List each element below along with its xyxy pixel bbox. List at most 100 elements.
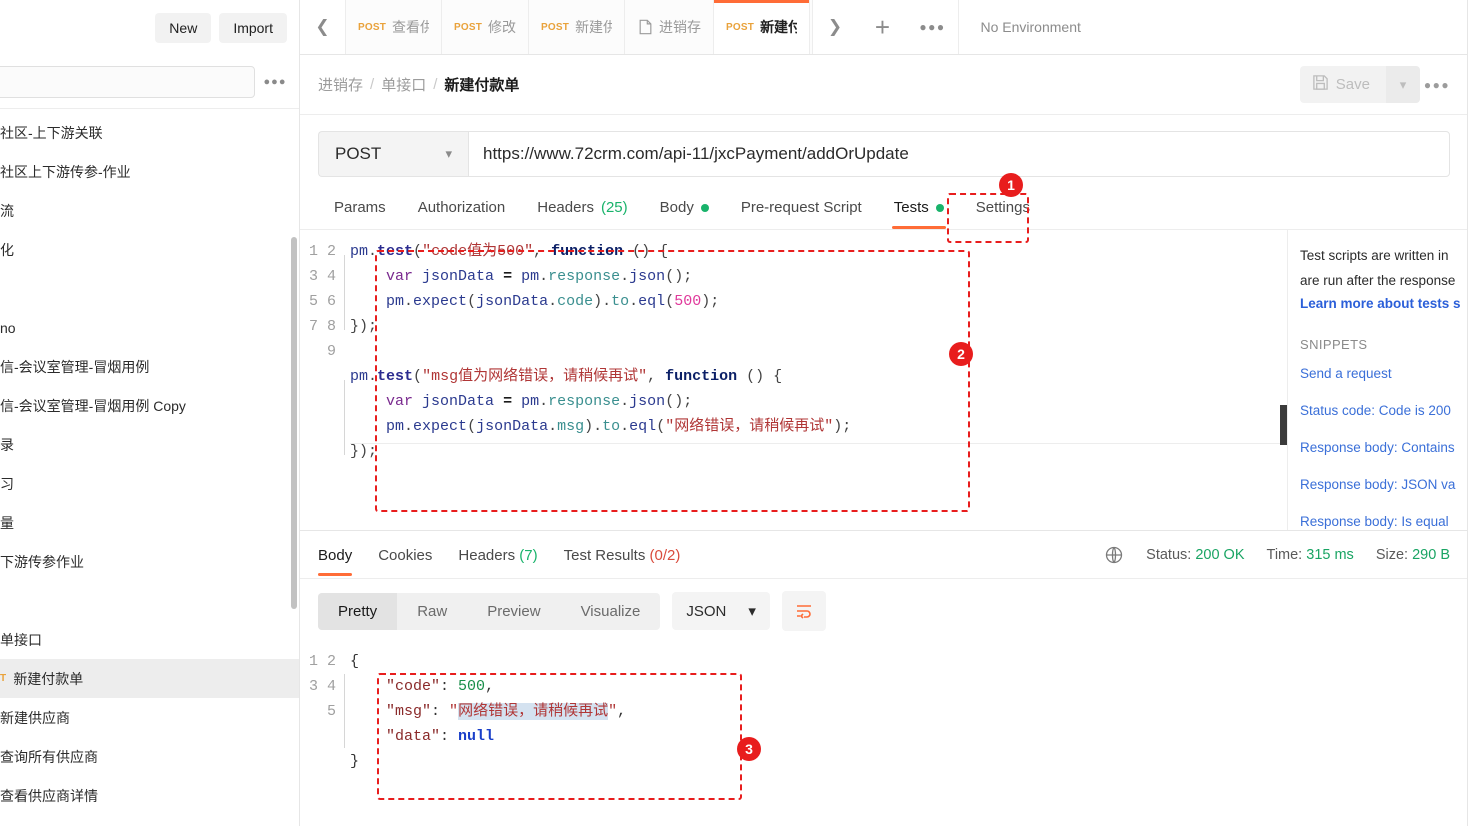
tab-label: Headers [537,199,594,216]
view-mode-preview[interactable]: Preview [467,593,560,630]
view-mode-raw[interactable]: Raw [397,593,467,630]
tab-count: (25) [600,199,628,216]
response-format-select[interactable]: JSON ▾ [672,592,770,630]
list-item[interactable]: 下游传参作业 [0,542,299,581]
response-panel: Body Cookies Headers (7) Test Results (0… [300,530,1468,826]
tab-test-results[interactable]: Test Results (0/2) [564,533,681,576]
list-item[interactable]: 修改 [0,815,299,826]
tab-pre-request-script[interactable]: Pre-request Script [725,191,878,229]
tab-item-active[interactable]: POST 新建付 [714,0,811,54]
tab-body[interactable]: Body [644,191,725,229]
view-mode-pretty[interactable]: Pretty [318,592,398,630]
request-more-icon[interactable]: ●●● [1420,78,1454,92]
tab-settings[interactable]: Settings [960,191,1046,229]
open-tabs: POST 查看供 POST 修改 POST 新建供 [346,0,812,54]
sidebar-item-label: 查询所有供应商 [0,748,98,765]
tab-item[interactable]: POST 新建供 [529,0,626,54]
list-item[interactable]: 化 [0,230,299,269]
tab-item[interactable]: POST 修改 [442,0,530,54]
tab-tests[interactable]: Tests [878,191,960,229]
tab-item-collection[interactable]: 进销存 [625,0,715,54]
time-label: Time: [1266,546,1303,563]
breadcrumb-separator: / [370,76,375,93]
chevron-down-icon[interactable]: ▾ [1386,66,1420,103]
sidebar-collection-list[interactable]: 社区-上下游关联 社区上下游传参-作业 流 化 no 信-会议室管理-冒烟用例 … [0,109,299,826]
snippet-item[interactable]: Status code: Code is 200 [1300,403,1468,418]
snippets-description-line1: Test scripts are written in [1300,248,1449,263]
snippets-heading: SNIPPETS [1300,337,1368,352]
method-selector[interactable]: POST ▾ [318,131,468,177]
sidebar-item-label: 化 [0,241,14,258]
url-input[interactable] [468,131,1450,177]
list-item[interactable]: 信-会议室管理-冒烟用例 [0,347,299,386]
status-dot-icon [700,203,709,212]
list-item[interactable]: 社区上下游传参-作业 [0,152,299,191]
list-item[interactable]: 录 [0,425,299,464]
tab-response-cookies[interactable]: Cookies [378,533,432,576]
import-button[interactable]: Import [219,12,287,43]
tab-label: Params [334,199,386,216]
sidebar-scrollbar[interactable] [291,237,297,609]
list-item[interactable]: 查询所有供应商 [0,737,299,776]
json-content[interactable]: { "code": 500, "msg": "网络错误，请稍候再试", "dat… [350,649,626,774]
list-item[interactable]: no [0,308,299,347]
editor-scrollbar[interactable] [1280,405,1287,445]
tab-response-body[interactable]: Body [318,533,353,576]
tab-authorization[interactable]: Authorization [402,191,522,229]
list-item[interactable]: 社区-上下游关联 [0,113,299,152]
list-item[interactable]: 习 [0,464,299,503]
tab-response-headers[interactable]: Headers (7) [458,533,537,576]
tab-count: (0/2) [649,547,681,564]
request-method-badge: T [0,673,7,684]
sidebar-item-selected-request[interactable]: T 新建付款单 [0,659,299,698]
environment-selector[interactable]: No Environment [957,0,1468,54]
view-mode-visualize[interactable]: Visualize [561,593,661,630]
tab-method: POST [726,21,755,33]
learn-more-link[interactable]: Learn more about tests s [1300,296,1468,311]
breadcrumb-part[interactable]: 进销存 [318,74,363,95]
tab-more-icon[interactable]: ●●● [908,20,958,34]
code-content[interactable]: pm.test("code值为500", function () { var j… [350,239,1287,464]
tab-headers[interactable]: Headers (25) [521,191,643,229]
plus-icon[interactable]: + [858,12,908,43]
request-config-tabs: Params Authorization Headers (25) Body P… [300,177,1468,230]
tab-item-folder[interactable]: 单接口 [810,0,812,54]
snippet-item[interactable]: Response body: JSON va [1300,477,1468,492]
response-body-json[interactable]: 1 2 3 4 5 { "code": 500, "msg": "网络错误，请稍… [300,641,1468,774]
save-button[interactable]: Save [1299,66,1386,103]
sidebar-search-row: ●●● [0,55,299,109]
breadcrumb-separator: / [433,76,438,93]
wrap-lines-icon[interactable] [781,591,826,631]
list-item[interactable]: 查看供应商详情 [0,776,299,815]
breadcrumb-part[interactable]: 单接口 [381,74,426,95]
list-item[interactable]: 新建供应商 [0,698,299,737]
chevron-left-icon[interactable]: ❮ [300,0,346,54]
url-row: POST ▾ [300,115,1468,177]
list-item[interactable] [0,269,299,308]
list-item[interactable]: 量 [0,503,299,542]
page-title: 新建付款单 [444,77,520,94]
size-value: 290 B [1412,546,1450,563]
method-label: POST [335,144,382,163]
tab-item[interactable]: POST 查看供 [346,0,442,54]
tab-params[interactable]: Params [318,191,402,229]
sidebar-item-label: 查看供应商详情 [0,787,98,804]
response-view-controls: Pretty Raw Preview Visualize JSON ▾ [300,579,1468,641]
sidebar-item-label: 量 [0,514,14,531]
list-item[interactable]: 单接口 [0,620,299,659]
list-item[interactable]: 流 [0,191,299,230]
tab-label: 修改 [488,19,517,35]
chevron-right-icon[interactable]: ❯ [811,0,858,54]
search-input[interactable] [0,65,255,98]
tab-label: Pre-request Script [740,199,862,216]
list-item[interactable]: 信-会议室管理-冒烟用例 Copy [0,386,299,425]
snippet-item[interactable]: Response body: Contains [1300,440,1468,455]
snippet-item[interactable]: Send a request [1300,366,1468,381]
snippet-item[interactable]: Response body: Is equal [1300,514,1468,529]
response-tabs: Body Cookies Headers (7) Test Results (0… [300,531,1468,579]
new-button[interactable]: New [155,12,212,43]
sidebar-more-icon[interactable]: ●●● [261,69,289,95]
list-item[interactable] [0,581,299,620]
globe-icon[interactable] [1104,545,1124,565]
tests-script-editor[interactable]: 1 2 3 4 5 6 7 8 9 pm.test("code值为500", f… [300,230,1288,530]
